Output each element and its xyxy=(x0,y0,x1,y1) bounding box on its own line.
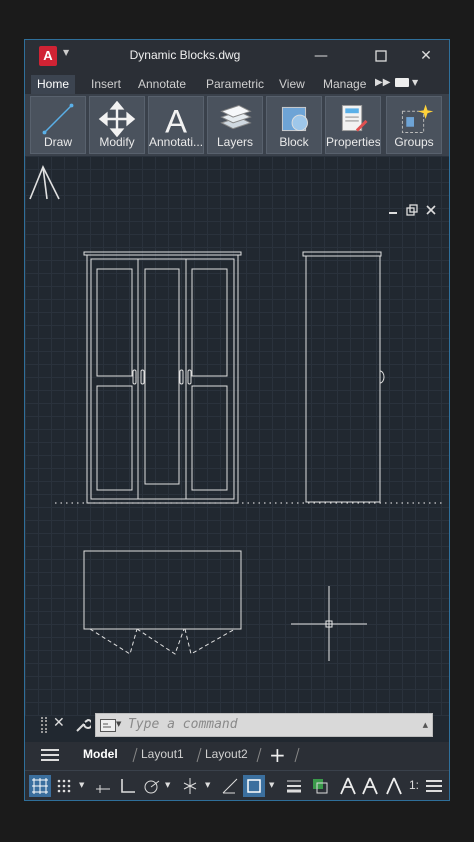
chevron-down-icon[interactable]: ▼ xyxy=(205,781,210,789)
viewport-minimize-icon[interactable] xyxy=(389,212,397,214)
tab-annotate[interactable]: Annotate xyxy=(132,75,192,94)
block-insert-icon xyxy=(281,106,308,132)
chevron-down-icon[interactable]: ▼ xyxy=(79,781,84,789)
app-menu-caret-icon[interactable]: ▼ xyxy=(63,48,69,57)
move-arrows-icon xyxy=(98,101,136,137)
drawing-svg xyxy=(29,165,445,661)
ortho-mode-icon[interactable] xyxy=(117,775,139,797)
auto-scale-icon[interactable] xyxy=(359,775,381,797)
workspace-switch-icon[interactable] xyxy=(395,78,409,87)
command-close-icon[interactable]: ✕ xyxy=(53,715,65,731)
command-grip-icon[interactable] xyxy=(41,717,47,733)
tab-parametric[interactable]: Parametric xyxy=(200,75,270,94)
viewport-close-icon[interactable] xyxy=(426,205,436,215)
text-a-icon: A xyxy=(165,103,187,138)
annotation-visibility-icon[interactable] xyxy=(337,775,359,797)
tab-view[interactable]: View xyxy=(273,75,311,94)
more-tabs-chevron-icon[interactable]: ▶▶ xyxy=(375,77,390,88)
layout-tabs-bar: Model Layout1 Layout2 + xyxy=(25,742,449,770)
tab-manage[interactable]: Manage xyxy=(317,75,372,94)
tab-layout2[interactable]: Layout2 xyxy=(205,747,248,761)
chevron-down-icon[interactable]: ▼ xyxy=(412,78,418,87)
autocad-logo-button[interactable]: A xyxy=(39,46,57,66)
cabinet-front-elevation[interactable] xyxy=(83,251,242,504)
block-label: Block xyxy=(279,135,309,149)
isodraft-icon[interactable] xyxy=(179,775,201,797)
close-icon[interactable]: ✕ xyxy=(416,46,436,66)
window-title: Dynamic Blocks.dwg xyxy=(129,48,241,62)
cabinet-side-elevation[interactable] xyxy=(302,251,385,503)
modify-label: Modify xyxy=(99,135,135,149)
maximize-icon[interactable] xyxy=(371,46,391,66)
object-snap-icon[interactable] xyxy=(243,775,265,797)
autocad-canvas-logo-icon xyxy=(29,165,60,200)
lineweight-icon[interactable] xyxy=(283,775,305,797)
layers-button[interactable]: Layers xyxy=(207,96,263,154)
minimize-icon[interactable]: — xyxy=(311,46,331,66)
ribbon-panel: Draw Modify A Annotati... Layers Block P… xyxy=(25,94,449,156)
tab-home[interactable]: Home xyxy=(31,75,76,94)
tab-layout1[interactable]: Layout1 xyxy=(141,747,184,761)
add-layout-plus-icon[interactable]: + xyxy=(269,743,286,767)
command-input[interactable]: ▼ Type a command ▲ xyxy=(95,713,433,737)
viewport-restore-icon[interactable] xyxy=(406,204,418,216)
snap-mode-icon[interactable] xyxy=(53,775,75,797)
group-sparkle-icon xyxy=(401,104,434,133)
command-line: ✕ ▼ Type a command ▲ xyxy=(41,713,433,737)
draw-button[interactable]: Draw xyxy=(30,96,86,154)
modify-button[interactable]: Modify xyxy=(89,96,145,154)
chevron-down-icon[interactable]: ▼ xyxy=(165,781,170,789)
title-bar: A ▼ Dynamic Blocks.dwg — ✕ xyxy=(25,40,449,72)
tab-model[interactable]: Model xyxy=(83,747,118,761)
command-placeholder: Type a command xyxy=(128,717,238,732)
chevron-down-icon[interactable]: ▼ xyxy=(269,781,274,789)
object-snap-tracking-icon[interactable] xyxy=(219,775,241,797)
layers-label: Layers xyxy=(216,135,254,149)
customize-wrench-icon[interactable] xyxy=(73,716,91,734)
groups-button[interactable]: Groups xyxy=(386,96,442,154)
customization-menu-icon[interactable] xyxy=(423,775,445,797)
line-icon xyxy=(42,103,74,135)
cabinet-plan-view[interactable] xyxy=(83,550,242,655)
annotation-button[interactable]: A Annotati... xyxy=(148,96,204,154)
scale-readout[interactable]: 1: xyxy=(409,778,419,792)
crosshair-cursor-icon xyxy=(291,586,367,661)
hamburger-menu-icon[interactable] xyxy=(41,748,59,762)
command-prompt-icon[interactable] xyxy=(100,719,116,732)
draw-label: Draw xyxy=(43,135,72,149)
status-bar: ▼ ▼ ▼ ▼ 1: xyxy=(25,770,449,800)
drawing-canvas[interactable] xyxy=(25,156,449,716)
polar-tracking-icon[interactable] xyxy=(141,775,163,797)
block-button[interactable]: Block xyxy=(266,96,322,154)
selection-cycling-icon[interactable] xyxy=(309,775,331,797)
infer-constraints-icon[interactable] xyxy=(93,775,115,797)
properties-palette-icon xyxy=(341,105,368,132)
command-history-chevron-icon[interactable]: ▼ xyxy=(116,720,121,728)
properties-label: Properties xyxy=(326,135,380,149)
svg-text:A: A xyxy=(165,103,187,138)
grid-toggle-icon[interactable] xyxy=(29,775,51,797)
annotation-scale-icon[interactable] xyxy=(383,775,405,797)
annotation-label: Annotati... xyxy=(149,135,203,149)
groups-label: Groups xyxy=(394,135,434,149)
ribbon-tabs: Home Insert Annotate Parametric View Man… xyxy=(25,72,449,94)
properties-button[interactable]: Properties xyxy=(325,96,381,154)
command-expand-chevron-icon[interactable]: ▲ xyxy=(423,721,428,729)
tab-insert[interactable]: Insert xyxy=(85,75,127,94)
app-window: A ▼ Dynamic Blocks.dwg — ✕ Home Insert A… xyxy=(24,39,450,801)
layers-stack-icon xyxy=(220,104,252,130)
